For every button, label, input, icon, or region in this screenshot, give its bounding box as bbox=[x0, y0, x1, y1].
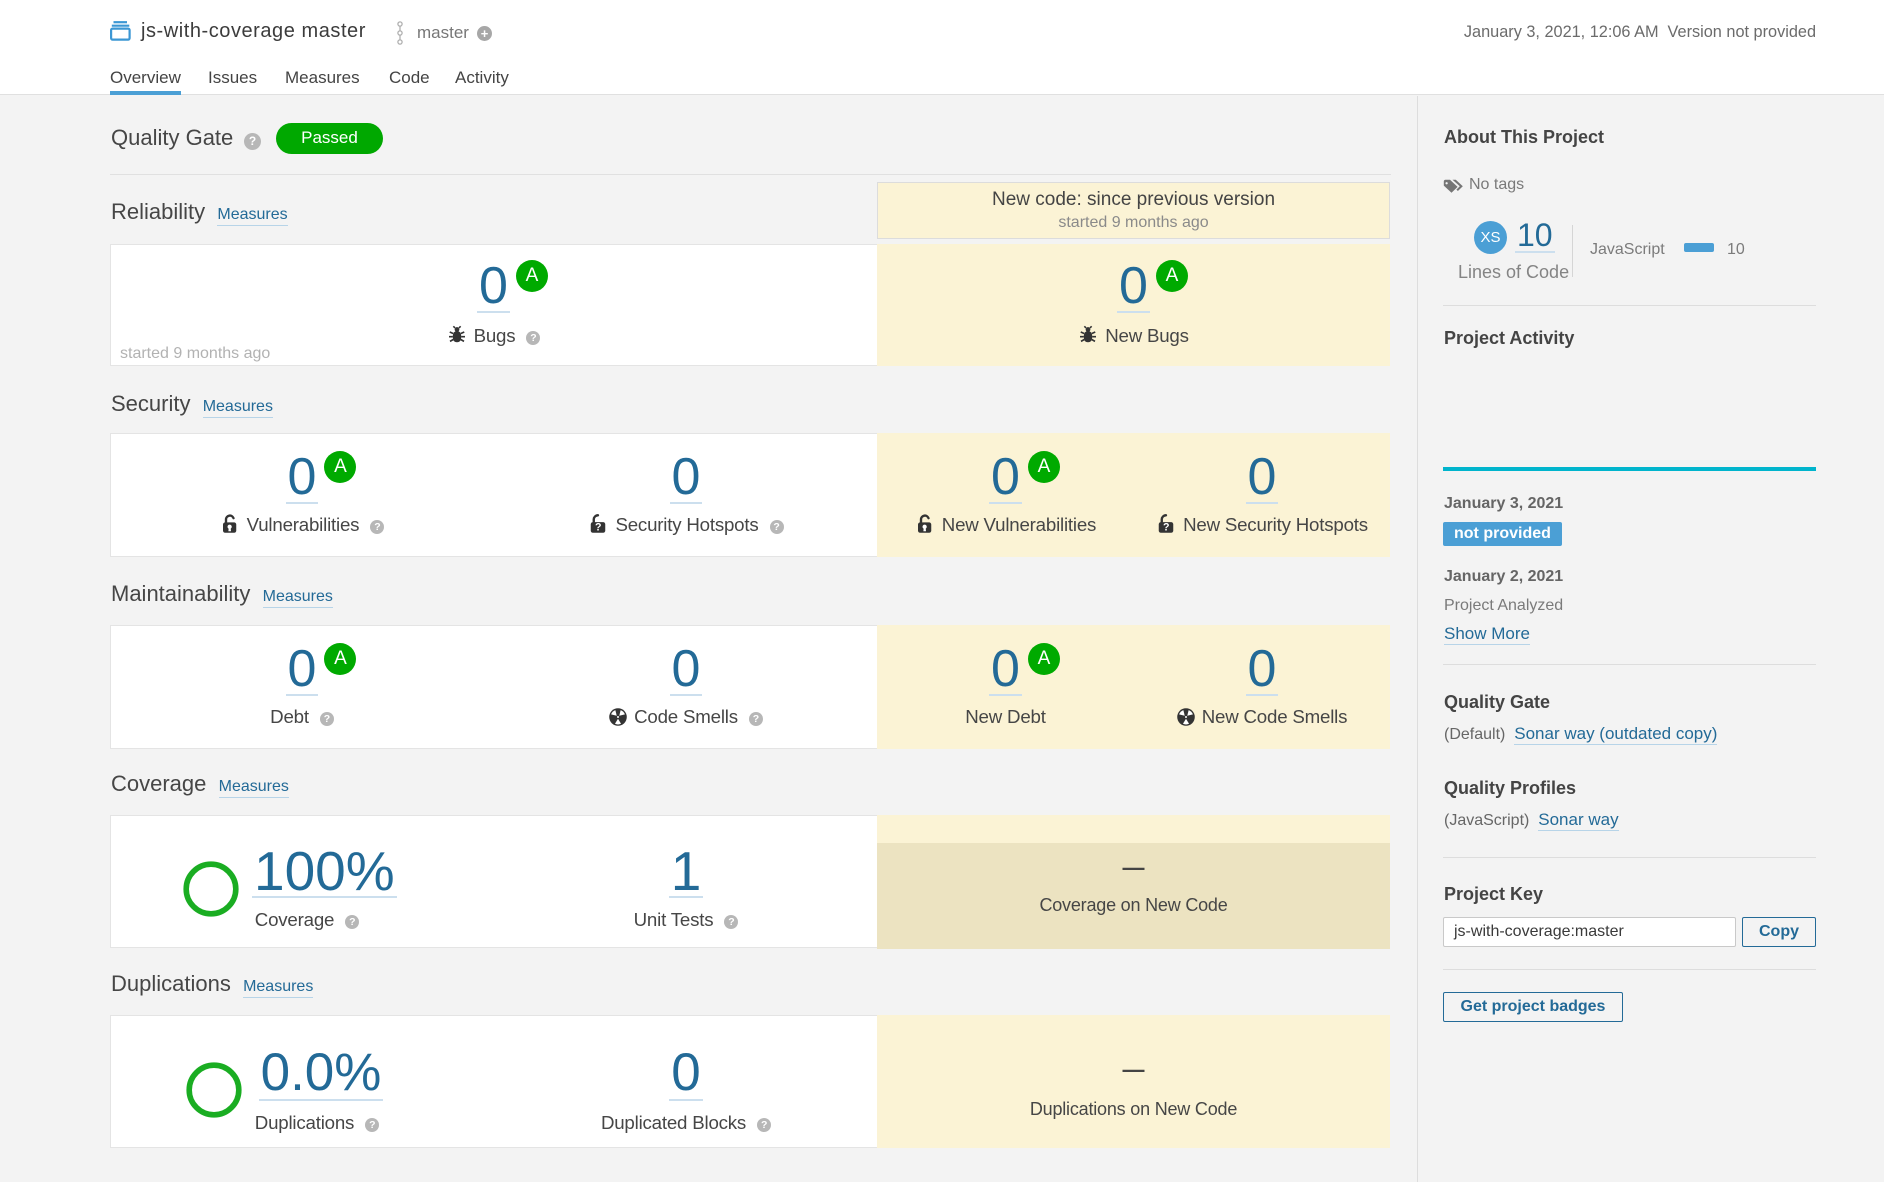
svg-text:?: ? bbox=[595, 522, 601, 534]
svg-text:?: ? bbox=[1163, 522, 1169, 534]
